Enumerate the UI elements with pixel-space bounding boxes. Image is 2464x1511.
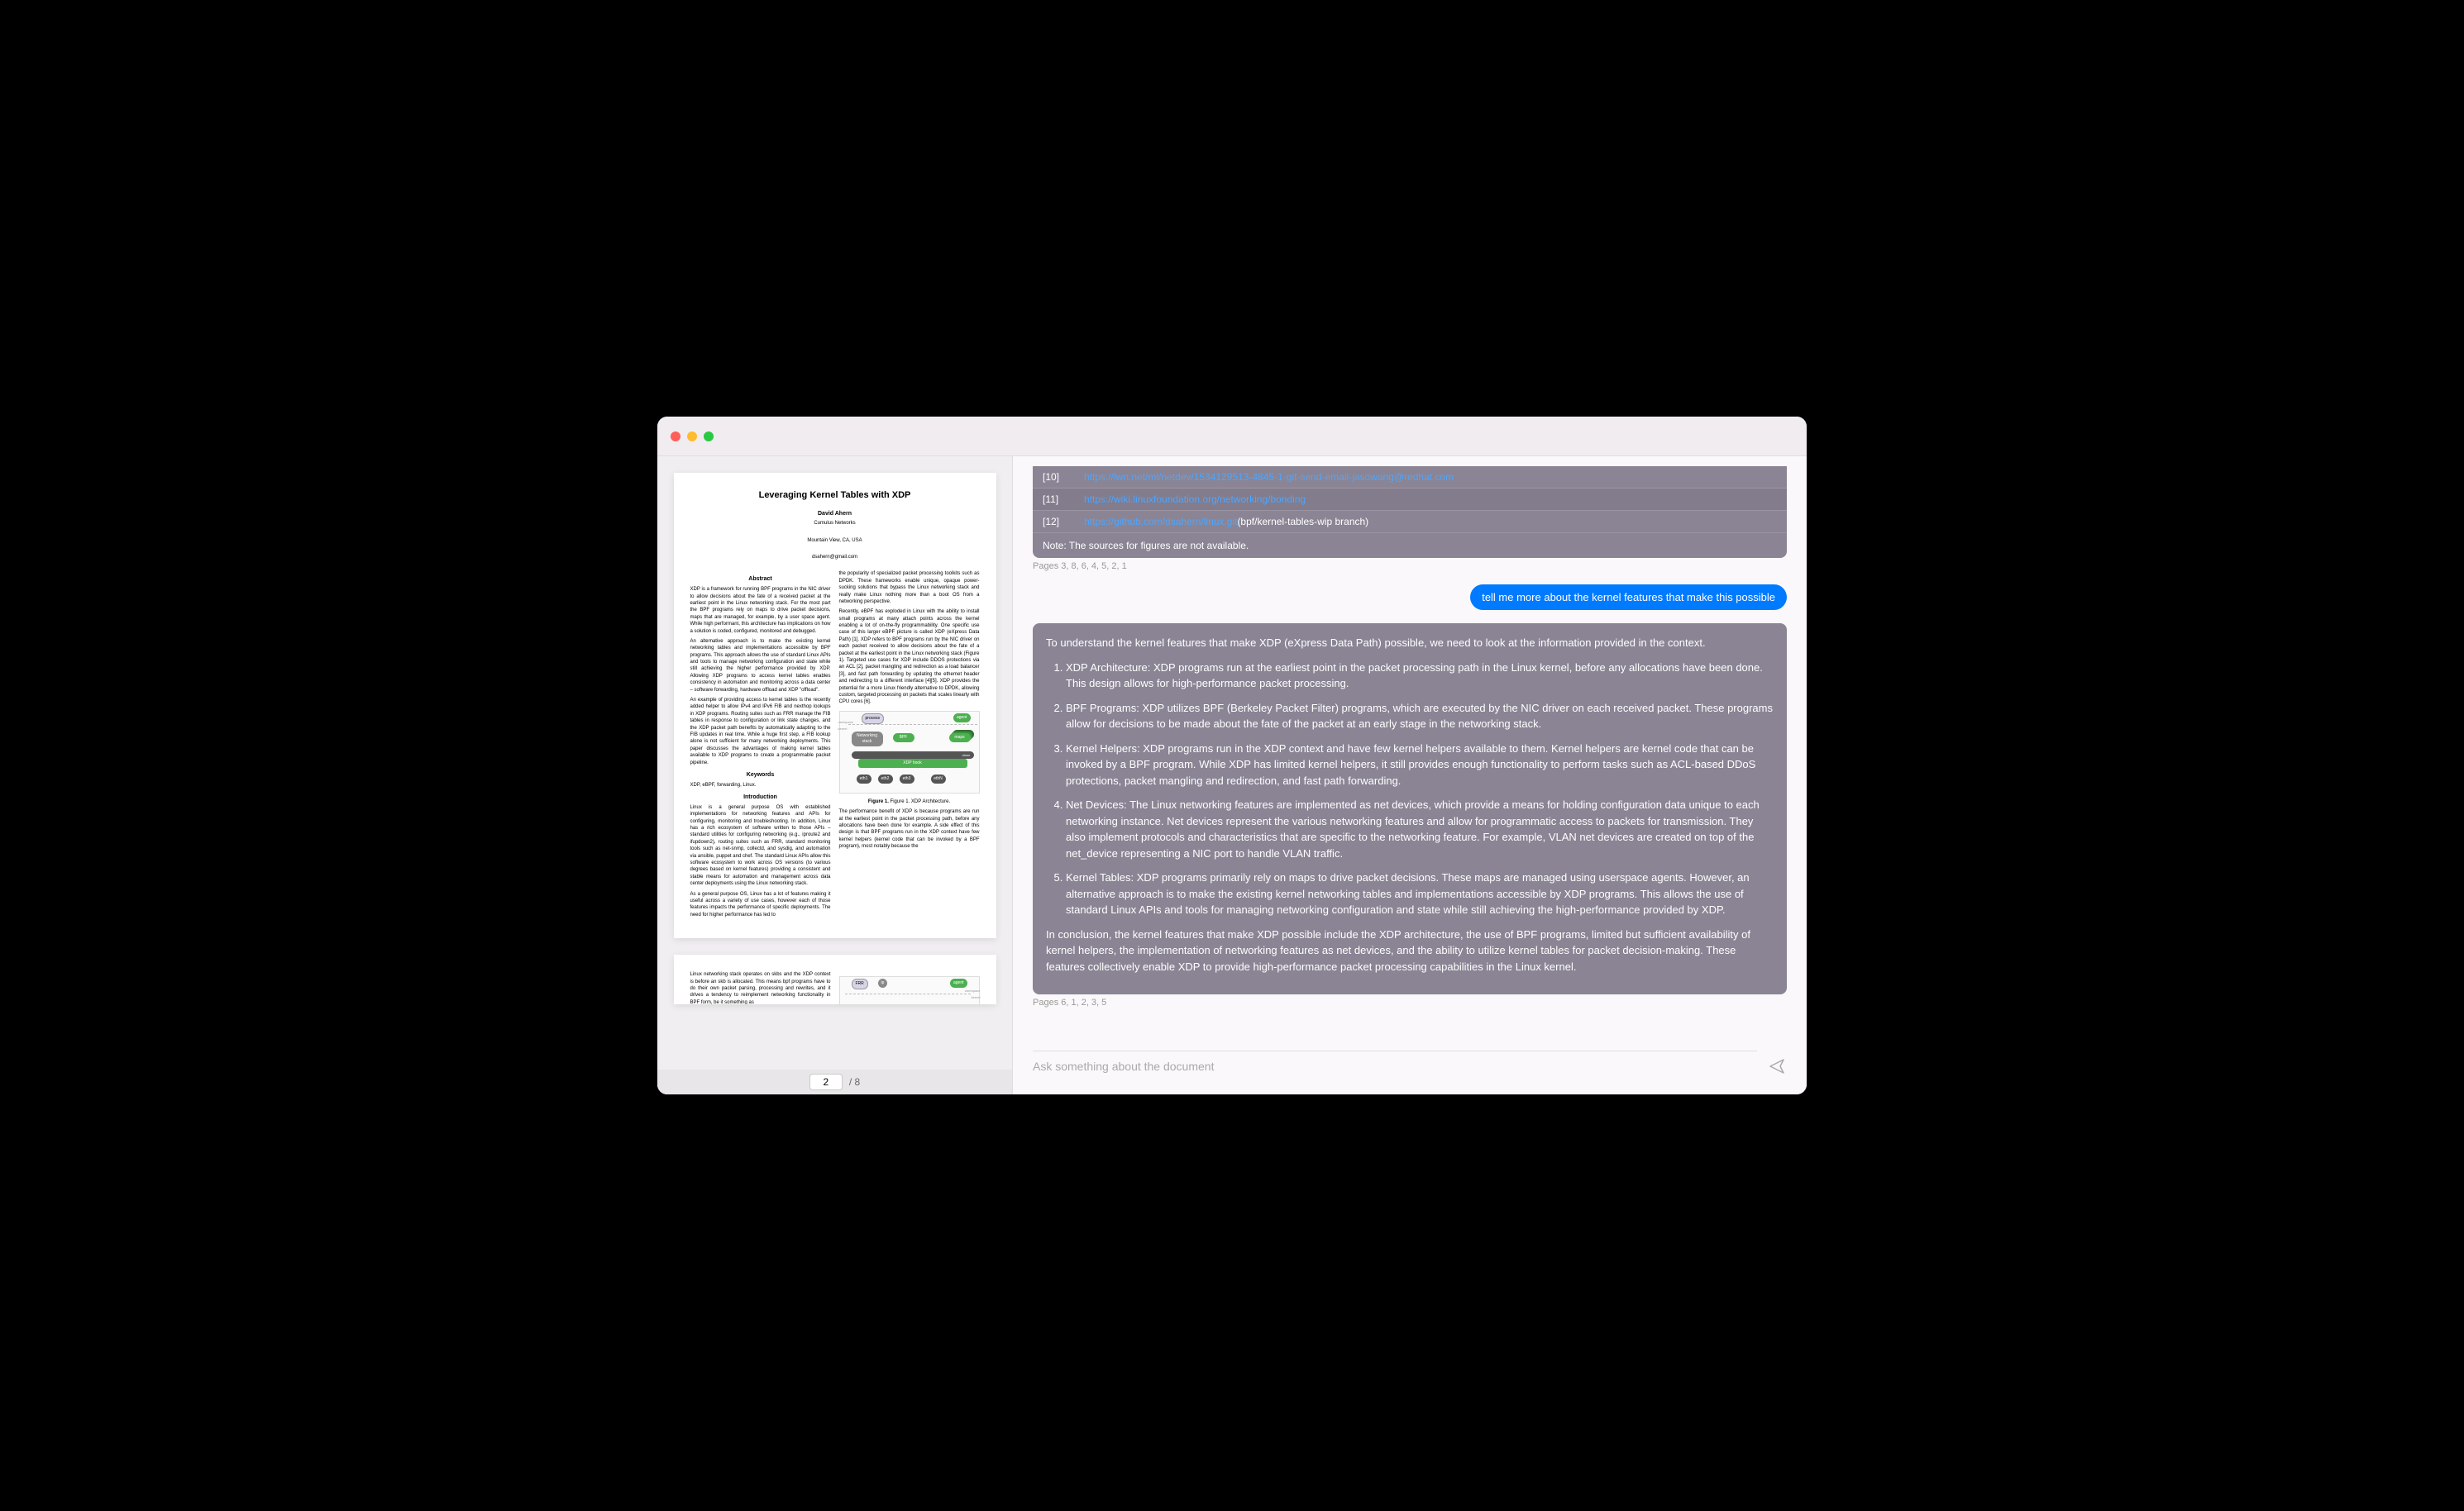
intro-heading: Introduction [690, 794, 831, 802]
assistant-point: BPF Programs: XDP utilizes BPF (Berkeley… [1066, 700, 1774, 732]
col2-para: the popularity of specialized packet pro… [839, 570, 980, 605]
reference-number: [10] [1043, 471, 1084, 483]
minimize-window-button[interactable] [687, 431, 697, 441]
app-window: Leveraging Kernel Tables with XDP David … [657, 417, 1807, 1094]
reference-number: [12] [1043, 516, 1084, 527]
netstack-box: Networking stack [852, 732, 883, 746]
references-block: [10]https://lwn.net/ml/netdev/1534129513… [1033, 466, 1787, 558]
userspace2-label: userspace [965, 989, 980, 994]
references-note: Note: The sources for figures are not av… [1033, 533, 1787, 558]
agent-box: agent [953, 713, 971, 722]
chat-panel: dsa-xdp-kernel-tables-paper.pdf Locked G… [1013, 456, 1807, 1094]
pdf-page-bar: / 8 [657, 1070, 1012, 1094]
reference-link[interactable]: https://lwn.net/ml/netdev/1534129513-484… [1084, 471, 1454, 483]
abstract-para: An alternative approach is to make the e… [690, 638, 831, 694]
col2-para: The performance benefit of XDP is becaus… [839, 808, 980, 850]
paper-title: Leveraging Kernel Tables with XDP [690, 489, 980, 502]
reference-row: [10]https://lwn.net/ml/netdev/1534129513… [1033, 466, 1787, 489]
intro-para: Linux is a general purpose OS with estab… [690, 804, 831, 888]
paper-author: David Ahern [690, 510, 980, 518]
driver-box: driver [852, 751, 974, 760]
bpf-box: BPF [893, 733, 914, 742]
abstract-heading: Abstract [690, 575, 831, 584]
abstract-para: XDP is a framework for running BPF progr… [690, 586, 831, 635]
maps-box: maps [949, 733, 971, 742]
eth2-box: eth2 [878, 775, 893, 784]
figure-1-diagram: userspace kernel process agent Networkin… [839, 711, 980, 794]
col2-para: Recently, eBPF has exploded in Linux wit… [839, 608, 980, 705]
assistant-point: Kernel Tables: XDP programs primarily re… [1066, 870, 1774, 918]
figure-2-diagram: FRR ip agent userspace kernel [839, 976, 980, 1004]
page-number-input[interactable] [809, 1074, 843, 1090]
content-area: Leveraging Kernel Tables with XDP David … [657, 456, 1807, 1094]
paper-email: dsahern@gmail.com [690, 554, 980, 560]
pdf-viewer[interactable]: Leveraging Kernel Tables with XDP David … [657, 456, 1012, 1070]
assistant-conclusion: In conclusion, the kernel features that … [1046, 927, 1774, 975]
chat-input-bar [1013, 1041, 1807, 1094]
send-icon [1769, 1058, 1785, 1075]
user-bubble: tell me more about the kernel features t… [1470, 584, 1787, 610]
keywords-text: XDP, eBPF, forwarding, Linux. [690, 782, 831, 789]
assistant-point: Kernel Helpers: XDP programs run in the … [1066, 741, 1774, 789]
send-button[interactable] [1767, 1056, 1787, 1076]
reference-link[interactable]: https://github.com/dsahern/linux.git [1084, 516, 1237, 527]
ethn-box: ethN [931, 775, 946, 784]
eth1-box: eth1 [857, 775, 871, 784]
process-box: process [862, 713, 885, 724]
titlebar [657, 417, 1807, 456]
close-window-button[interactable] [671, 431, 680, 441]
agent2-box: agent [950, 979, 967, 988]
reference-row: [11]https://wiki.linuxfoundation.org/net… [1033, 489, 1787, 511]
assistant-point: XDP Architecture: XDP programs run at th… [1066, 660, 1774, 692]
traffic-lights [671, 431, 714, 441]
maximize-window-button[interactable] [704, 431, 714, 441]
abstract-para: An example of providing access to kernel… [690, 697, 831, 766]
assistant-message: To understand the kernel features that m… [1033, 623, 1787, 994]
reference-extra: (bpf/kernel-tables-wip branch) [1237, 516, 1368, 527]
assistant-point: Net Devices: The Linux networking featur… [1066, 797, 1774, 861]
references-list: [10]https://lwn.net/ml/netdev/1534129513… [1033, 466, 1787, 533]
kernel-label: kernel [838, 727, 848, 732]
assistant-intro: To understand the kernel features that m… [1046, 635, 1774, 651]
pdf-panel: Leveraging Kernel Tables with XDP David … [657, 456, 1013, 1094]
page2-para: Linux networking stack operates on skbs … [690, 971, 831, 1004]
assistant-points-list: XDP Architecture: XDP programs run at th… [1046, 660, 1774, 918]
frr-box: FRR [852, 979, 868, 989]
pdf-page-2: Linux networking stack operates on skbs … [674, 955, 996, 1004]
keywords-heading: Keywords [690, 771, 831, 779]
chat-input[interactable] [1033, 1051, 1757, 1081]
figure-1-caption: Figure 1. Figure 1. XDP Architecture. [839, 798, 980, 805]
paper-location: Mountain View, CA, USA [690, 537, 980, 544]
reference-number: [11] [1043, 493, 1084, 505]
reference-row: [12]https://github.com/dsahern/linux.git… [1033, 511, 1787, 533]
pages-label: Pages 6, 1, 2, 3, 5 [1033, 998, 1787, 1008]
ip-box: ip [878, 979, 888, 988]
eth3-box: eth3 [900, 775, 914, 784]
page-total-label: / 8 [849, 1076, 860, 1088]
pdf-page-1: Leveraging Kernel Tables with XDP David … [674, 473, 996, 938]
xdphook-box: XDP hook [858, 759, 967, 768]
reference-link[interactable]: https://wiki.linuxfoundation.org/network… [1084, 493, 1306, 505]
paper-company: Cumulus Networks [690, 520, 980, 527]
chat-messages[interactable]: [10]https://lwn.net/ml/netdev/1534129513… [1013, 456, 1807, 1041]
kernel2-label: kernel [972, 995, 981, 1000]
intro-para: As a general purpose OS, Linux has a lot… [690, 891, 831, 919]
user-message: tell me more about the kernel features t… [1033, 584, 1787, 610]
pages-label: Pages 3, 8, 6, 4, 5, 2, 1 [1033, 561, 1787, 571]
